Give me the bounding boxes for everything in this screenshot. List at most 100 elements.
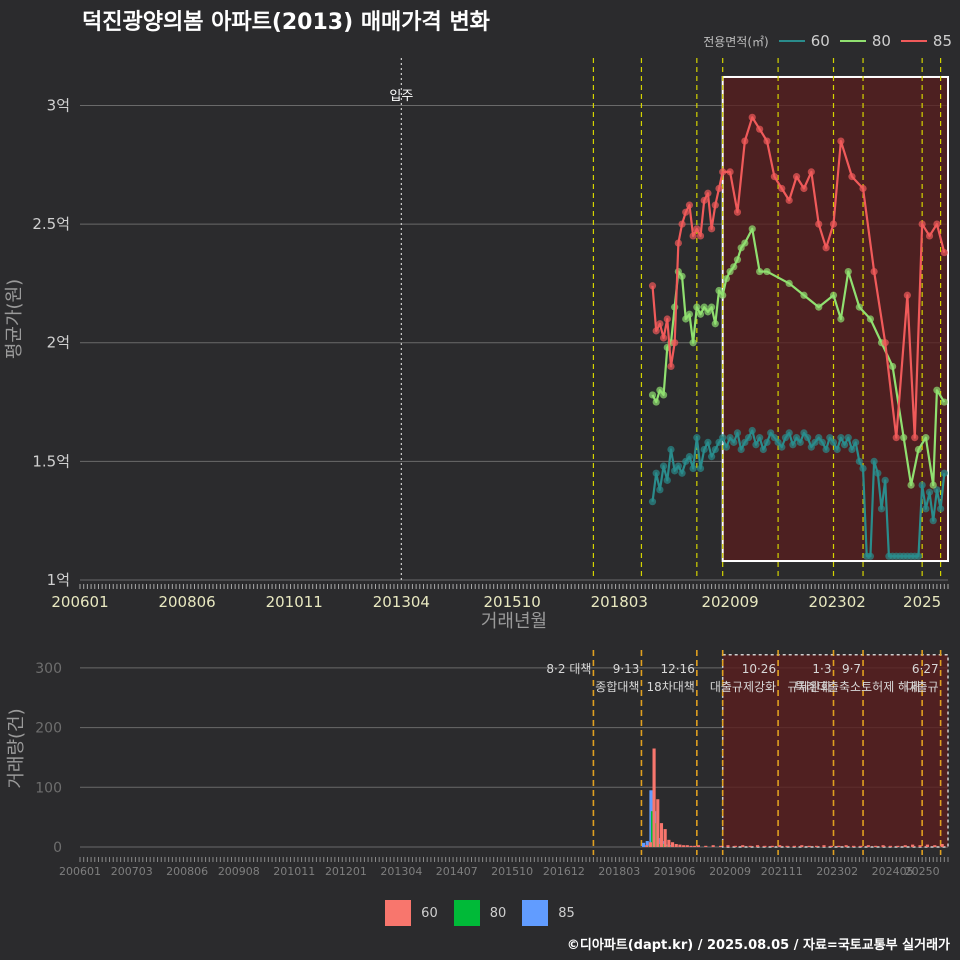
bar-60 (770, 845, 774, 847)
data-point-60 (663, 476, 671, 484)
data-point-80 (922, 434, 930, 442)
y-tick-label: 2.5억 (32, 215, 70, 233)
data-point-80 (940, 398, 948, 406)
x-tick-label: 201407 (436, 865, 478, 878)
bar-60 (911, 844, 915, 847)
legend-bottom-item-60: 60 (385, 900, 438, 926)
data-point-60 (648, 498, 657, 506)
bar-60 (829, 845, 833, 847)
data-point-80 (719, 291, 727, 299)
y-tick-label: 1.5억 (32, 452, 70, 470)
chart-root: 덕진광양의봄 아파트(2013) 매매가격 변화 전용면적(㎡) 60 80 8… (0, 0, 960, 960)
data-point-60 (859, 464, 867, 473)
x-tick-label: 200601 (51, 593, 108, 611)
bar-85 (641, 842, 646, 847)
data-point-80 (685, 310, 694, 318)
data-point-80 (855, 303, 863, 311)
bar-60 (925, 844, 929, 847)
x-tick-label: 201510 (491, 865, 533, 878)
data-point-85 (648, 282, 657, 290)
data-point-85 (848, 173, 856, 181)
bar-60 (741, 845, 745, 847)
data-point-80 (730, 263, 738, 271)
x-tick-label: 201304 (373, 593, 430, 611)
data-point-60 (918, 481, 926, 489)
data-point-60 (756, 434, 764, 442)
x-tick-label: 20250 (905, 865, 940, 878)
bar-60 (704, 845, 708, 847)
x-tick-label: 200908 (218, 865, 260, 878)
x-tick-label: 202111 (761, 865, 803, 878)
data-point-60 (855, 457, 863, 465)
data-point-85 (807, 168, 815, 176)
bar-60 (663, 829, 667, 847)
data-point-60 (685, 453, 694, 461)
x-tick-label: 201011 (273, 865, 315, 878)
bar-60 (678, 844, 682, 847)
data-point-85 (726, 168, 734, 176)
data-point-85 (671, 339, 679, 347)
x-tick-label: 202009 (701, 593, 758, 611)
data-point-85 (756, 125, 764, 133)
data-point-60 (914, 552, 923, 560)
data-point-60 (874, 469, 882, 477)
data-point-60 (881, 476, 889, 484)
data-point-85 (741, 137, 749, 145)
data-point-60 (829, 438, 838, 446)
data-point-80 (711, 320, 719, 328)
data-point-85 (715, 184, 723, 193)
bar-60 (815, 845, 819, 847)
footer-credit: ©디아파트(dapt.kr) / 2025.08.05 / 자료=국토교통부 실… (566, 938, 950, 953)
highlight-region (721, 75, 950, 563)
policy-label-line2: 종합대책 (595, 679, 639, 694)
data-point-85 (822, 244, 830, 252)
y-tick-label: 3억 (47, 96, 70, 114)
bar-60 (652, 748, 656, 847)
data-point-80 (756, 267, 764, 276)
data-point-85 (770, 173, 779, 181)
y-tick-label: 2억 (47, 334, 70, 352)
data-point-80 (844, 267, 852, 276)
data-point-85 (689, 232, 697, 240)
data-point-80 (785, 279, 793, 288)
data-point-60 (833, 445, 841, 454)
bar-60 (859, 845, 863, 847)
data-point-60 (844, 434, 852, 442)
data-point-85 (933, 220, 941, 228)
data-point-85 (925, 232, 934, 240)
data-point-60 (837, 434, 845, 442)
policy-label-line1: 12·16 (660, 662, 694, 676)
bar-60 (792, 845, 797, 847)
data-point-85 (674, 239, 682, 247)
data-point-60 (852, 438, 860, 446)
data-point-60 (763, 438, 771, 446)
y-axis-title: 거래량(건) (6, 708, 27, 788)
data-point-80 (708, 303, 716, 311)
bar-60 (874, 845, 878, 847)
y-tick-label: 300 (35, 661, 62, 677)
bar-60 (807, 845, 811, 847)
x-tick-label: 201201 (325, 865, 367, 878)
data-point-80 (888, 362, 897, 371)
bar-60 (648, 842, 652, 847)
data-point-85 (652, 327, 660, 335)
bar-60 (800, 845, 804, 847)
bar-60 (693, 845, 697, 847)
price-chart: 1억 1.5억 2억 2.5억 3억 입주 200601 200806 201011 201304… (4, 58, 950, 632)
data-point-60 (704, 438, 712, 446)
data-point-60 (818, 438, 827, 446)
bar-60 (667, 839, 671, 847)
data-point-60 (785, 429, 793, 437)
data-point-85 (800, 184, 808, 193)
data-point-60 (866, 552, 875, 560)
data-point-80 (733, 256, 742, 264)
data-point-60 (689, 464, 697, 473)
data-point-80 (689, 339, 697, 347)
y-tick-label: 200 (35, 721, 62, 737)
data-point-60 (693, 434, 701, 442)
policy-label-line2: 대출규제강화 (710, 680, 776, 694)
data-point-60 (722, 443, 730, 451)
data-point-60 (733, 429, 742, 437)
data-point-60 (696, 464, 705, 473)
x-tick-label: 202302 (809, 593, 866, 611)
